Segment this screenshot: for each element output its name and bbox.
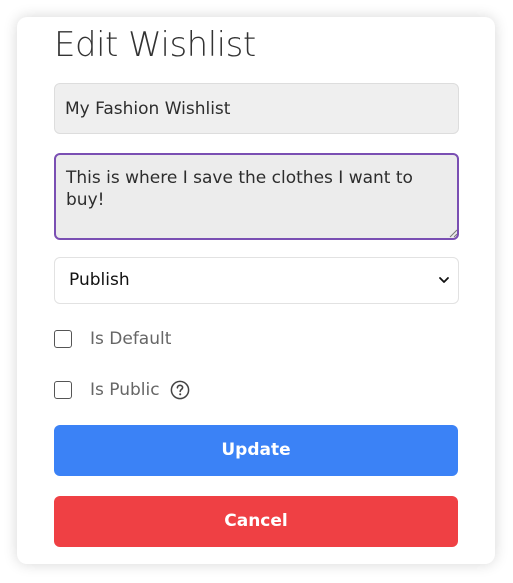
chevron-down-icon	[439, 277, 449, 283]
resize-handle-icon[interactable]	[449, 229, 458, 238]
is-public-label: Is Public	[90, 380, 160, 400]
status-select-value: Publish	[69, 270, 130, 290]
edit-wishlist-card: Edit Wishlist This is where I save the c…	[17, 17, 495, 564]
wishlist-description-textarea[interactable]: This is where I save the clothes I want …	[54, 153, 459, 240]
status-select[interactable]: Publish	[54, 257, 459, 304]
page-title: Edit Wishlist	[54, 25, 256, 65]
update-button[interactable]: Update	[54, 425, 458, 476]
is-default-label: Is Default	[90, 329, 172, 349]
is-default-checkbox[interactable]	[54, 330, 72, 348]
wishlist-name-input[interactable]	[54, 83, 459, 134]
is-public-row: Is Public	[54, 379, 190, 401]
cancel-button[interactable]: Cancel	[54, 496, 458, 547]
question-circle-icon[interactable]	[170, 380, 190, 400]
is-default-row: Is Default	[54, 328, 171, 350]
is-public-checkbox[interactable]	[54, 381, 72, 399]
